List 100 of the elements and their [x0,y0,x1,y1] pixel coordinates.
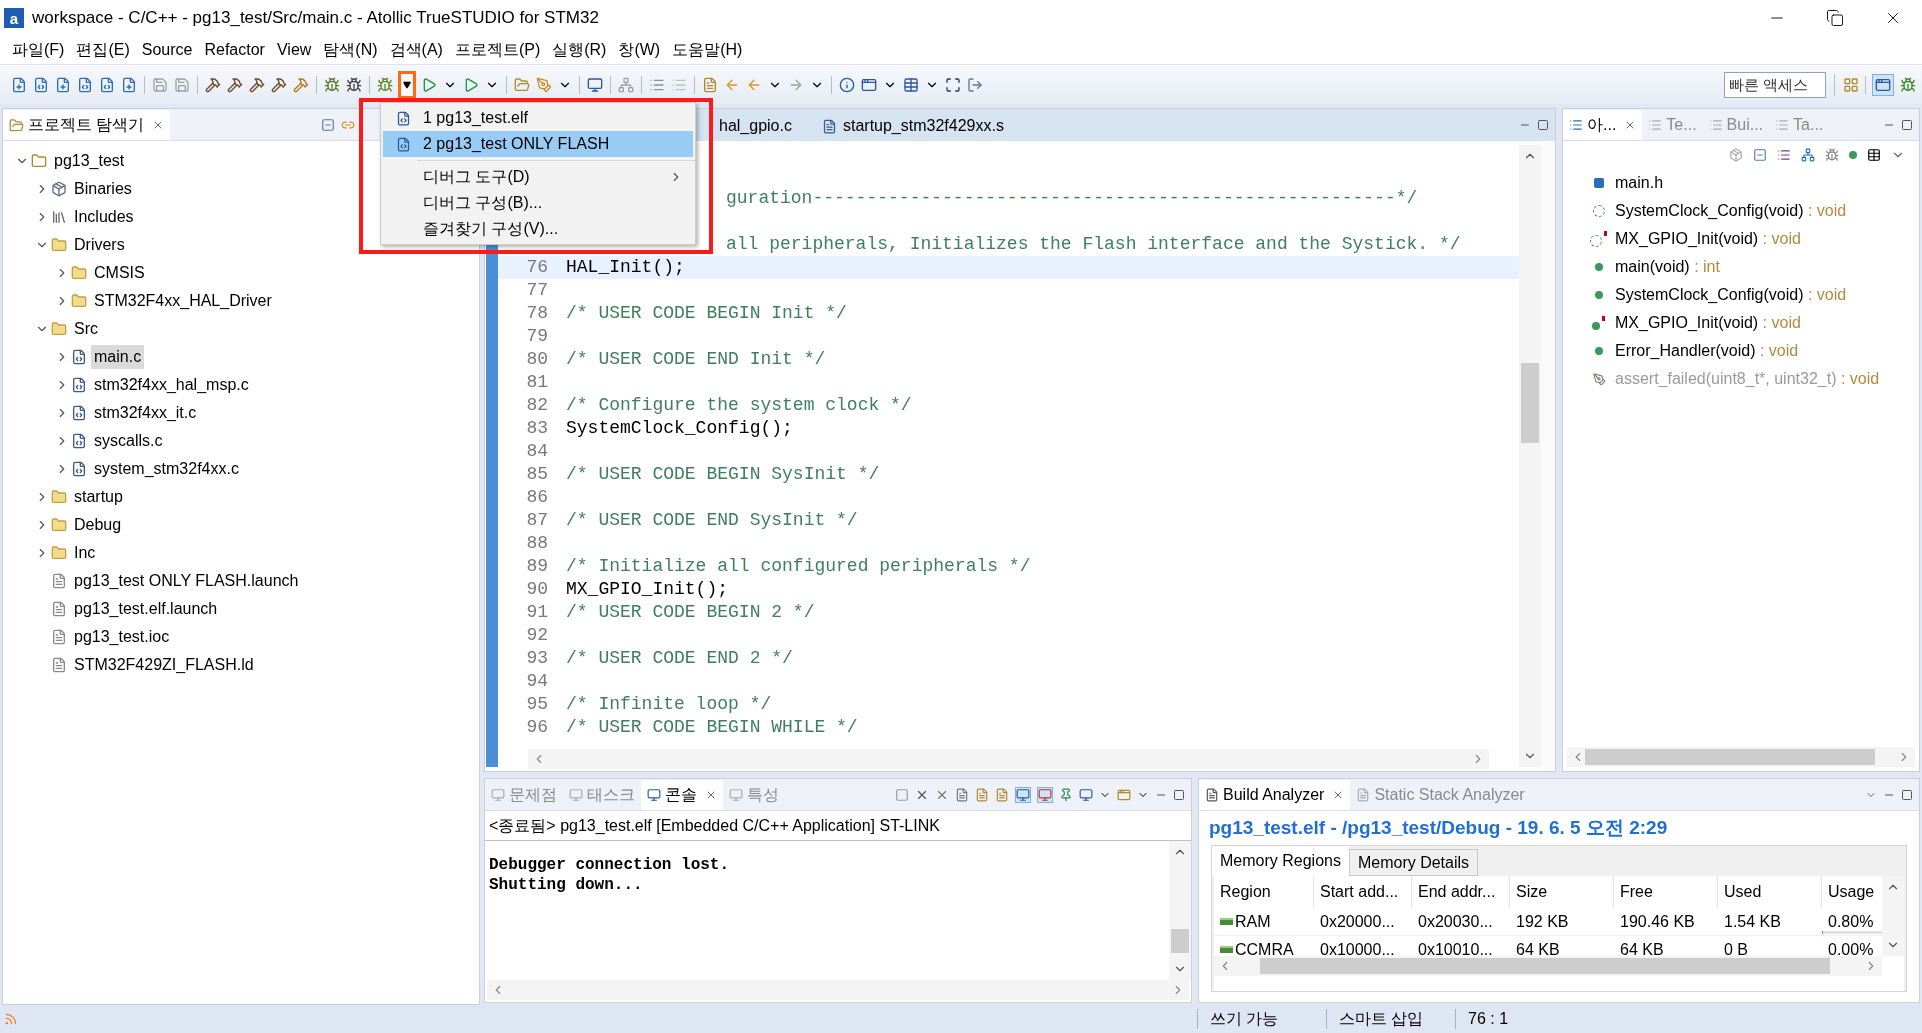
build-heading: pg13_test.elf - /pg13_test/Debug - 19. 6. 5 오전 2:29 [1208,815,1669,840]
line-number: 76 [526,257,548,277]
tree-item[interactable]: pg13_test.ioc [71,625,173,649]
app-logo: a [4,8,24,28]
table-cell-text: 0.80% [1828,911,1874,932]
tree-item[interactable]: Includes [71,205,137,229]
tree-item[interactable]: Debug [71,513,125,537]
code-line: /* Infinite loop */ [566,694,772,714]
column-header[interactable]: End addr... [1412,876,1510,908]
line-number: 89 [526,556,548,576]
tree-item[interactable]: pg13_test ONLY FLASH.launch [71,569,302,593]
code-line: /* USER CODE END SysInit */ [566,510,858,530]
menu-item[interactable]: 실행(R) [546,38,613,62]
code-line: /* USER CODE END Init */ [566,349,826,369]
line-number: 90 [526,579,548,599]
memory-tab[interactable]: Memory Regions [1212,846,1349,876]
menu-item[interactable]: Source [135,38,199,62]
code-line: all peripherals, Initializes the Flash interface and the Systick. */ [726,234,1461,254]
editor-tab[interactable]: startup_stm32f429xx.s [815,111,1010,141]
line-number: 84 [526,441,548,461]
menu-item[interactable]: 창(W) [612,38,667,62]
line-number: 92 [526,625,548,645]
outline-item[interactable]: main(void) : int [1615,255,1720,279]
status-text: 스마트 삽입 [1338,1009,1425,1029]
line-number: 79 [526,326,548,346]
line-number: 86 [526,487,548,507]
code-line: /* USER CODE BEGIN SysInit */ [566,464,880,484]
menu-item[interactable]: 디버그 구성(B)... [383,190,693,216]
outline-item[interactable]: SystemClock_Config(void) : void [1615,283,1847,307]
column-header[interactable]: Free [1614,876,1718,908]
tree-item[interactable]: STM32F429ZI_FLASH.ld [71,653,257,677]
window-title: workspace - C/C++ - pg13_test/Src/main.c - Atollic TrueSTUDIO for STM32 [32,7,599,30]
tree-item[interactable]: Inc [71,541,99,565]
memory-tab[interactable]: Memory Details [1348,849,1479,876]
code-line: SystemClock_Config(); [566,418,793,438]
panel-tab[interactable]: 콘솔 [641,780,723,810]
table-cell-text: 64 KB [1516,939,1560,956]
code-line: /* Configure the system clock */ [566,395,912,415]
column-header[interactable]: Size [1510,876,1614,908]
tree-item[interactable]: pg13_test [51,149,128,173]
line-number: 77 [526,280,548,300]
line-number: 88 [526,533,548,553]
console-output: Shutting down... [489,875,643,895]
tree-item[interactable]: CMSIS [91,261,148,285]
menu-item[interactable]: 2 pg13_test ONLY FLASH [383,131,693,157]
code-line: /* USER CODE BEGIN 2 */ [566,602,815,622]
menu-item[interactable]: 탐색(N) [317,38,384,62]
code-line: guration------------------------------------------------------*/ [726,188,1418,208]
tree-item[interactable]: syscalls.c [91,429,166,453]
table-cell-text: 0x20000... [1320,911,1395,932]
line-number: 78 [526,303,548,323]
table-cell-text: 0.00% [1828,939,1874,956]
menu-item[interactable]: 프로젝트(P) [448,38,547,62]
menu-item[interactable]: View [270,38,318,62]
line-number: 82 [526,395,548,415]
line-number: 87 [526,510,548,530]
outline-item[interactable]: SystemClock_Config(void) : void [1615,199,1847,223]
line-number: 85 [526,464,548,484]
panel-tab[interactable]: 아... [1563,110,1643,140]
tree-item[interactable]: Src [71,317,101,341]
line-number: 91 [526,602,548,622]
tree-item[interactable]: startup [71,485,126,509]
quick-access-field[interactable]: 빠른 액세스 [1724,71,1826,98]
menu-item[interactable]: 즐겨찾기 구성(V)... [383,216,693,242]
table-cell-text: CCMRA [1235,939,1294,956]
menu-item[interactable]: 검색(A) [383,38,449,62]
column-header[interactable]: Region [1214,876,1314,908]
tree-item[interactable]: stm32f4xx_it.c [91,401,200,425]
tree-item[interactable]: system_stm32f4xx.c [91,457,242,481]
menu-item[interactable]: Refactor [198,38,271,62]
outline-item[interactable]: MX_GPIO_Init(void) : void [1615,227,1801,251]
line-number: 81 [526,372,548,392]
column-header[interactable]: Used [1718,876,1822,908]
tree-item[interactable]: Binaries [71,177,135,201]
outline-item[interactable]: Error_Handler(void) : void [1615,339,1799,363]
menu-item[interactable]: 디버그 도구(D) [383,164,693,190]
tree-item[interactable]: STM32F4xx_HAL_Driver [91,289,275,313]
panel-tab[interactable]: 프로젝트 탐색기 [3,110,171,140]
outline-item[interactable]: MX_GPIO_Init(void) : void [1615,311,1801,335]
table-cell-text: 192 KB [1516,911,1569,932]
menu-item[interactable]: 1 pg13_test.elf [383,105,693,131]
tree-item[interactable]: stm32f4xx_hal_msp.c [91,373,252,397]
table-cell-text: 0 B [1724,939,1748,956]
line-number: 94 [526,671,548,691]
tree-item[interactable]: pg13_test.elf.launch [71,597,221,621]
code-line: /* Initialize all configured peripherals */ [566,556,1031,576]
table-cell-text: 0x10010... [1418,939,1493,956]
tree-item[interactable]: main.c [91,345,145,369]
line-number: 80 [526,349,548,369]
menu-item[interactable]: 파일(F) [6,38,71,62]
panel-tab[interactable]: Build Analyzer [1199,780,1351,810]
table-cell-text: 0x20030... [1418,911,1493,932]
table-cell-text: 64 KB [1620,939,1664,956]
menu-item[interactable]: 편집(E) [70,38,136,62]
menu-item[interactable]: 도움말(H) [666,38,749,62]
code-line: MX_GPIO_Init(); [566,579,729,599]
column-header[interactable]: Start add... [1314,876,1412,908]
code-line: /* USER CODE BEGIN WHILE */ [566,717,858,737]
outline-item[interactable]: main.h [1615,171,1664,195]
tree-item[interactable]: Drivers [71,233,128,257]
